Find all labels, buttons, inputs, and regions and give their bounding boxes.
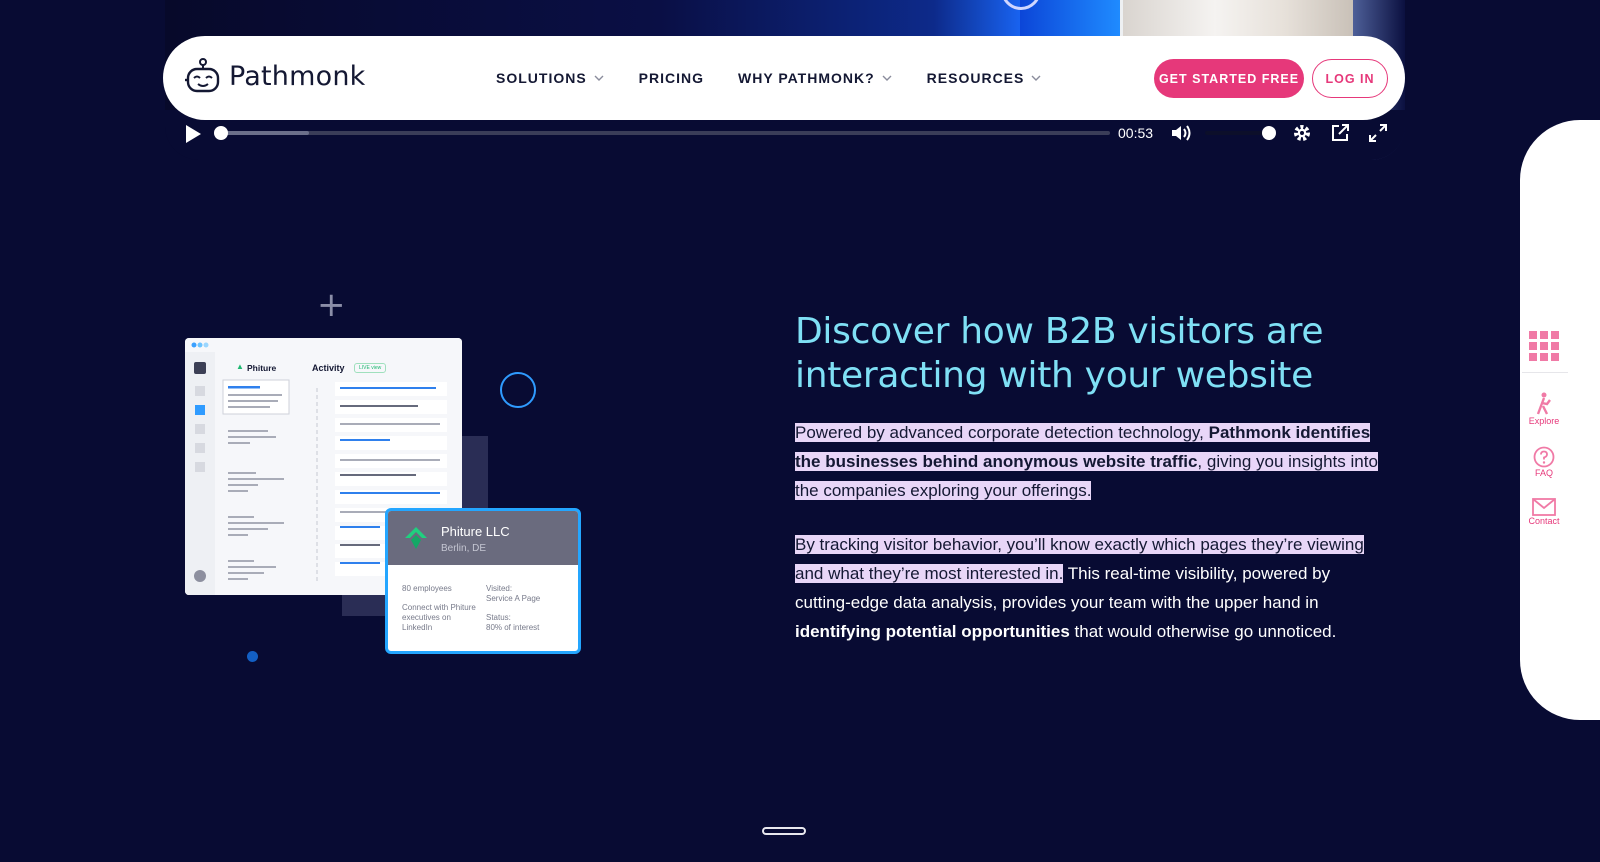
video-controls: 00:53	[180, 118, 1390, 148]
activity-label: Activity	[312, 363, 345, 373]
company-card-body: 80 employees Connect with Phiture execut…	[388, 565, 578, 651]
fullscreen-icon[interactable]	[1368, 123, 1388, 143]
decorative-plus-icon: +	[317, 285, 346, 325]
side-faq[interactable]: FAQ	[1520, 446, 1568, 478]
scroll-indicator[interactable]	[762, 827, 806, 835]
side-faq-label: FAQ	[1534, 468, 1553, 478]
p2-text-end: that would otherwise go unnoticed.	[1069, 622, 1337, 641]
side-divider	[1522, 372, 1568, 373]
company-location: Berlin, DE	[441, 543, 487, 554]
side-explore-label: Explore	[1528, 416, 1560, 426]
app-brand-label: Phiture	[247, 363, 277, 373]
nav-resources[interactable]: RESOURCES	[927, 70, 1043, 86]
video-scrubber[interactable]	[220, 131, 1110, 135]
p1-text-a: Powered by advanced corporate detection …	[795, 423, 1209, 442]
grid-icon	[1529, 331, 1559, 361]
p1-highlight: Powered by advanced corporate detection …	[795, 423, 1378, 500]
video-time: 00:53	[1118, 125, 1154, 141]
external-link-icon[interactable]	[1330, 123, 1350, 143]
volume-icon[interactable]	[1170, 123, 1192, 143]
video-scrubber-handle[interactable]	[214, 126, 228, 140]
phiture-logo-icon	[405, 527, 427, 549]
nav-why-pathmonk[interactable]: WHY PATHMONK?	[738, 70, 893, 86]
status-value: 80% of interest	[486, 623, 540, 632]
side-explore[interactable]: Explore	[1520, 392, 1568, 426]
decorative-ring	[500, 372, 536, 408]
video-frame-blue	[1020, 0, 1120, 36]
nav-resources-label: RESOURCES	[926, 70, 1025, 86]
side-widget-panel: Explore FAQ Contact	[1520, 120, 1600, 720]
employees-text: 80 employees	[402, 584, 452, 593]
nav-solutions-label: SOLUTIONS	[496, 70, 587, 86]
volume-slider[interactable]	[1205, 131, 1267, 135]
pathmonk-monk-icon	[185, 58, 220, 93]
get-started-free-button[interactable]: GET STARTED FREE	[1154, 59, 1304, 98]
side-contact-label: Contact	[1528, 516, 1560, 526]
nav-why-label: WHY PATHMONK?	[738, 70, 875, 86]
intro-paragraph-2: By tracking visitor behavior, you’ll kno…	[795, 530, 1385, 646]
nav-links: SOLUTIONS PRICING WHY PATHMONK? RESOURCE…	[496, 36, 1042, 120]
chevron-down-icon	[1031, 75, 1041, 81]
intro-paragraph-1: Powered by advanced corporate detection …	[795, 418, 1385, 505]
brand-name: Pathmonk	[229, 60, 366, 92]
company-card-header: Phiture LLC Berlin, DE	[388, 511, 578, 565]
side-grid-menu[interactable]	[1520, 330, 1568, 362]
question-icon	[1533, 446, 1555, 468]
top-navbar: Pathmonk SOLUTIONS PRICING WHY PATHMONK?…	[163, 36, 1405, 120]
video-frame-person	[1123, 0, 1353, 36]
company-name: Phiture LLC	[441, 524, 510, 539]
company-card: Phiture LLC Berlin, DE 80 employees Conn…	[385, 508, 581, 654]
explore-person-icon	[1536, 392, 1551, 415]
log-in-button[interactable]: LOG IN	[1312, 59, 1388, 98]
live-badge: LIVE view	[354, 363, 387, 373]
side-contact[interactable]: Contact	[1520, 498, 1568, 526]
decorative-dot	[247, 651, 258, 662]
visited-value: Service A Page	[486, 594, 541, 603]
section-headline: Discover how B2B visitors are interactin…	[795, 311, 1324, 396]
chevron-down-icon	[594, 75, 604, 81]
gear-icon[interactable]	[1292, 123, 1312, 143]
visited-label: Visited:	[486, 584, 513, 593]
status-label: Status:	[486, 613, 511, 622]
video-progress-fill	[220, 131, 309, 135]
nav-pricing[interactable]: PRICING	[639, 70, 704, 86]
phiture-small-icon: ▲	[236, 362, 244, 371]
chevron-down-icon	[882, 75, 892, 81]
play-icon[interactable]	[183, 124, 203, 144]
nav-solutions[interactable]: SOLUTIONS	[496, 70, 605, 86]
p2-text-bold: identifying potential opportunities	[795, 622, 1070, 641]
volume-slider-handle[interactable]	[1262, 126, 1276, 140]
nav-pricing-label: PRICING	[638, 70, 705, 86]
mail-icon	[1532, 498, 1556, 516]
pathmonk-logo[interactable]: Pathmonk	[183, 56, 365, 96]
connect-text: Connect with Phiture executives on Linke…	[402, 603, 476, 632]
